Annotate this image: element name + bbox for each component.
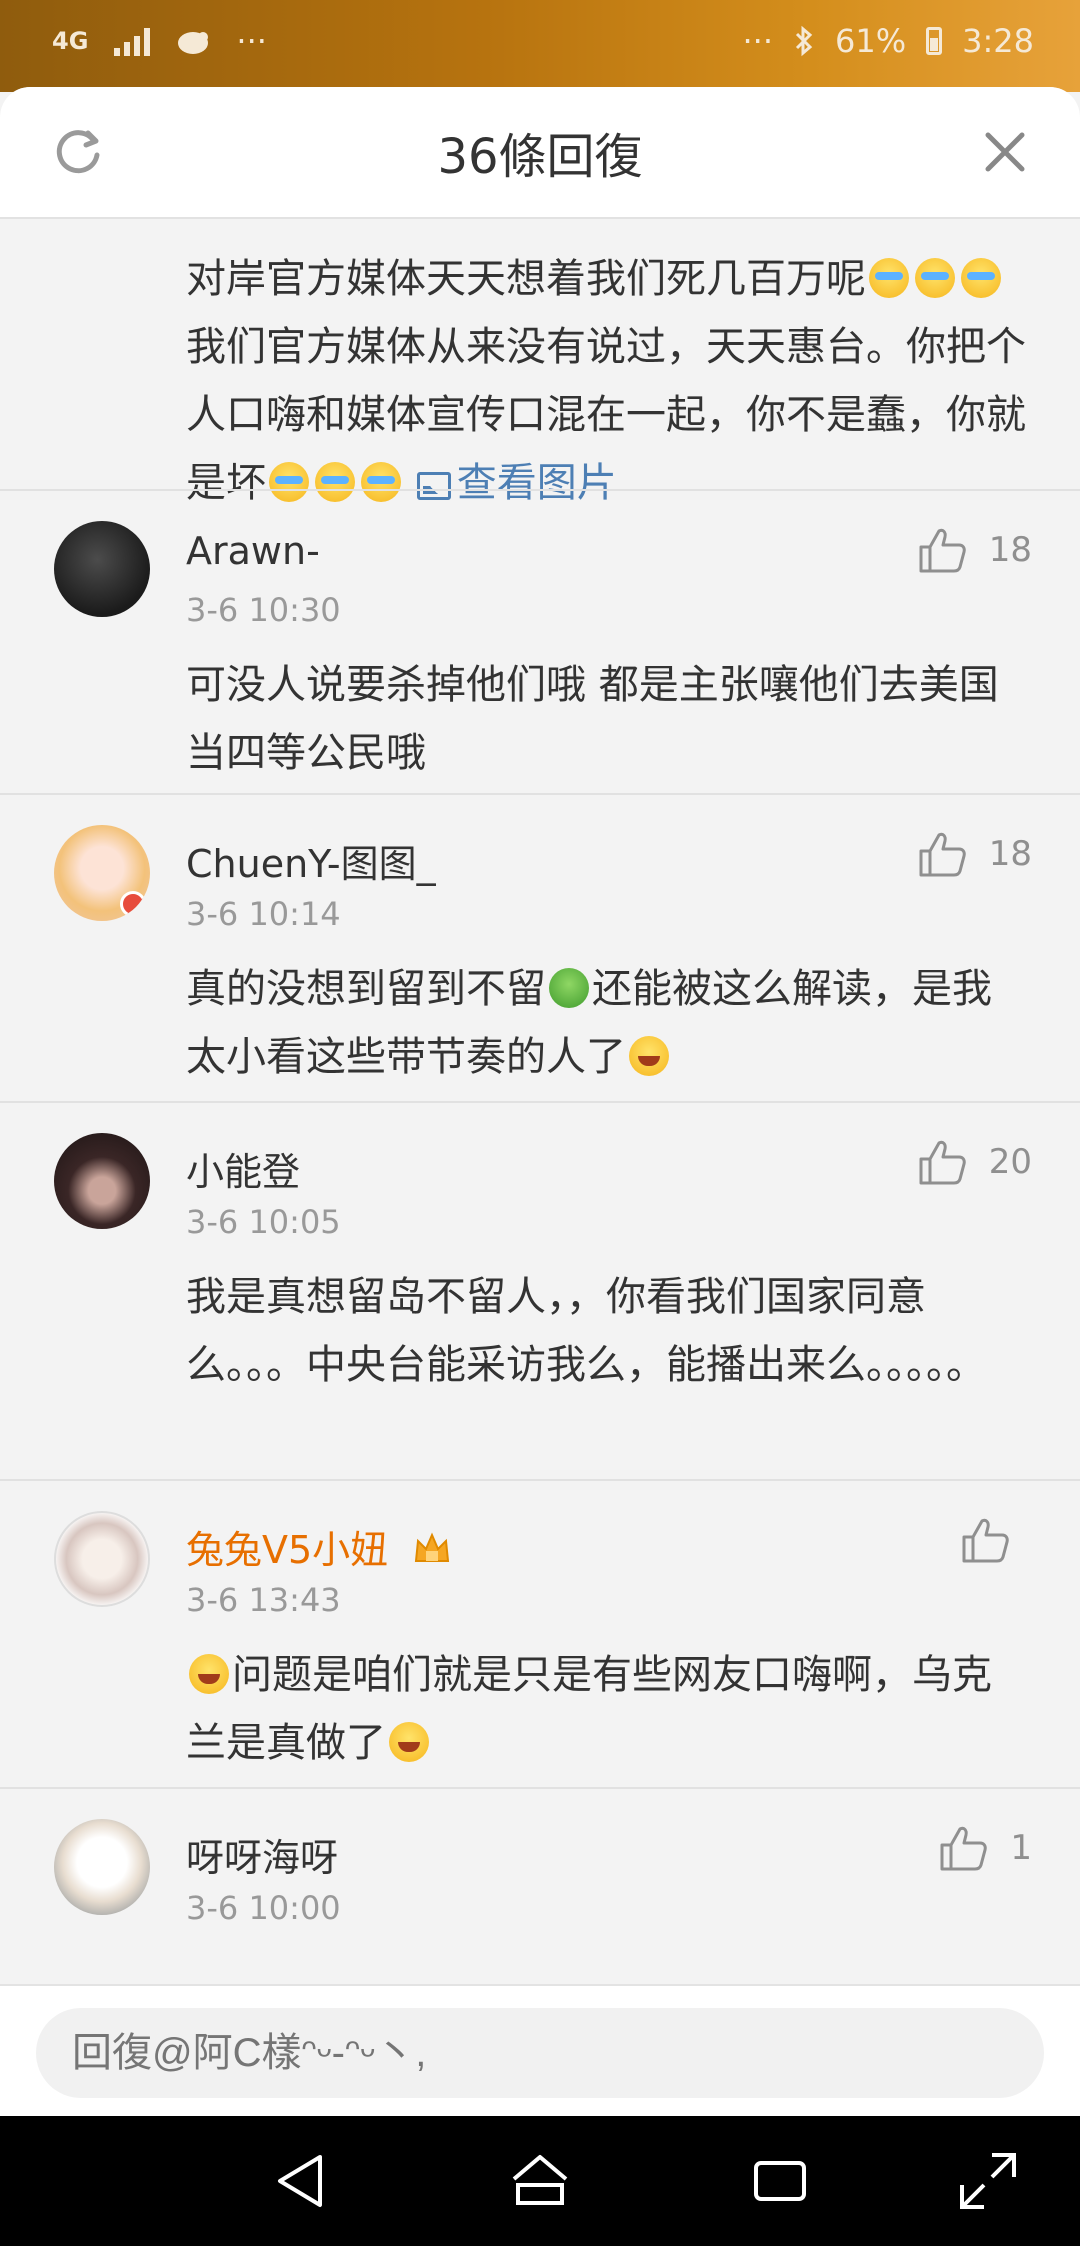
close-icon[interactable] xyxy=(980,127,1030,177)
crying-emoji-icon xyxy=(961,258,1001,298)
comment-item: Arawn- 3-6 10:30 18 可没人说要杀掉他们哦 都是主张嚷他们去美… xyxy=(0,489,1080,793)
comment-text: 问题是咱们就是只是有些网友口嗨啊，乌克兰是真做了 xyxy=(186,1641,1020,1777)
parent-comment-text: 对岸官方媒体天天想着我们死几百万呢我们官方媒体从来没有说过，天天惠台。你把个人口… xyxy=(186,219,1080,506)
recent-apps-icon[interactable] xyxy=(748,2149,812,2213)
sheet-title: 36條回復 xyxy=(437,129,643,185)
avatar[interactable] xyxy=(54,521,150,617)
comment-time: 3-6 10:14 xyxy=(186,895,341,933)
comment-item: ChuenY-图图_ 3-6 10:14 18 真的没想到留到不留 还能被这么解读… xyxy=(0,793,1080,1101)
battery-icon xyxy=(926,27,943,55)
parent-text-part1: 对岸官方媒体天天想着我们死几百万呢 xyxy=(186,256,866,302)
clock: 3:28 xyxy=(962,22,1034,60)
crown-icon xyxy=(415,1532,450,1562)
sheet-header: 36條回復 xyxy=(0,87,1080,219)
status-more-left: ··· xyxy=(236,22,267,60)
thumbs-up-icon xyxy=(919,832,966,877)
comment-author[interactable]: 小能登 xyxy=(186,1141,300,1196)
laughing-emoji-icon xyxy=(629,1036,669,1076)
back-icon[interactable] xyxy=(268,2149,332,2213)
comment-time: 3-6 10:30 xyxy=(186,591,341,629)
laughing-emoji-icon xyxy=(189,1654,229,1694)
comment-list[interactable]: 对岸官方媒体天天想着我们死几百万呢我们官方媒体从来没有说过，天天惠台。你把个人口… xyxy=(0,219,1080,1987)
thumbs-up-icon xyxy=(919,1140,966,1185)
like-button[interactable]: 1 xyxy=(938,1823,1032,1873)
laughing-emoji-icon xyxy=(389,1722,429,1762)
comment-text: 我是真想留岛不留人，，你看我们国家同意么。。。中央台能采访我么，能播出来么。。。… xyxy=(186,1274,986,1388)
like-count: 1 xyxy=(1010,1828,1032,1868)
home-icon[interactable] xyxy=(508,2149,572,2213)
comment-time: 3-6 10:00 xyxy=(186,1889,341,1927)
like-button[interactable] xyxy=(960,1515,1032,1565)
like-count: 18 xyxy=(988,530,1032,570)
bluetooth-icon xyxy=(795,25,813,57)
network-type: 4G xyxy=(52,27,89,55)
comment-item: 小能登 3-6 10:05 20 我是真想留岛不留人，，你看我们国家同意么。。。… xyxy=(0,1101,1080,1479)
thumbs-up-icon xyxy=(962,1518,1009,1563)
system-nav-bar xyxy=(0,2116,1080,2246)
comment-author[interactable]: 呀呀海呀 xyxy=(186,1827,338,1882)
like-count: 20 xyxy=(988,1142,1032,1182)
verified-badge xyxy=(120,891,146,917)
crying-emoji-icon xyxy=(869,258,909,298)
reply-input[interactable] xyxy=(36,2008,1044,2098)
comment-time: 3-6 13:43 xyxy=(186,1581,341,1619)
signal-icon xyxy=(114,26,151,56)
like-button[interactable]: 20 xyxy=(917,1137,1032,1187)
comment-text-part1: 真的没想到留到不留 xyxy=(186,966,546,1012)
battery-percent: 61% xyxy=(835,22,907,60)
hedgehog-icon xyxy=(178,32,209,54)
expand-icon[interactable] xyxy=(956,2149,1020,2213)
avatar[interactable] xyxy=(54,1819,150,1915)
comment-time: 3-6 10:05 xyxy=(186,1203,341,1241)
replies-sheet: 36條回復 对岸官方媒体天天想着我们死几百万呢我们官方媒体从来没有说过，天天惠台… xyxy=(0,87,1080,2246)
avatar[interactable] xyxy=(54,825,150,921)
comment-author[interactable]: 兔兔V5小妞 xyxy=(186,1519,452,1574)
like-button[interactable]: 18 xyxy=(917,525,1032,575)
comment-text-content: 问题是咱们就是只是有些网友口嗨啊，乌克兰是真做了 xyxy=(186,1652,992,1766)
comment-author[interactable]: ChuenY-图图_ xyxy=(186,833,436,888)
status-more-right: ··· xyxy=(742,22,774,60)
crying-emoji-icon xyxy=(915,258,955,298)
comment-text: 可没人说要杀掉他们哦 都是主张嚷他们去美国当四等公民哦 xyxy=(186,662,999,776)
comment-item: 呀呀海呀 3-6 10:00 1 xyxy=(0,1787,1080,1987)
thumbs-up-icon xyxy=(919,528,966,573)
like-button[interactable]: 18 xyxy=(917,829,1032,879)
comment-item: 兔兔V5小妞 3-6 13:43 问题是咱们就是只是有些网友口嗨啊，乌克兰是真做… xyxy=(0,1479,1080,1787)
reply-bar xyxy=(0,1984,1080,2118)
vip-author-name: 兔兔V5小妞 xyxy=(186,1528,389,1572)
status-bar: 4G ··· ··· 61% 3:28 xyxy=(0,0,1080,92)
like-count: 18 xyxy=(988,834,1032,874)
comment-author[interactable]: Arawn- xyxy=(186,529,320,573)
avatar[interactable] xyxy=(54,1133,150,1229)
frog-emoji-icon xyxy=(549,968,589,1008)
avatar[interactable] xyxy=(54,1511,150,1607)
thumbs-up-icon xyxy=(940,1826,988,1871)
comment-text: 真的没想到留到不留 还能被这么解读，是我太小看这些带节奏的人了 xyxy=(186,955,1020,1091)
